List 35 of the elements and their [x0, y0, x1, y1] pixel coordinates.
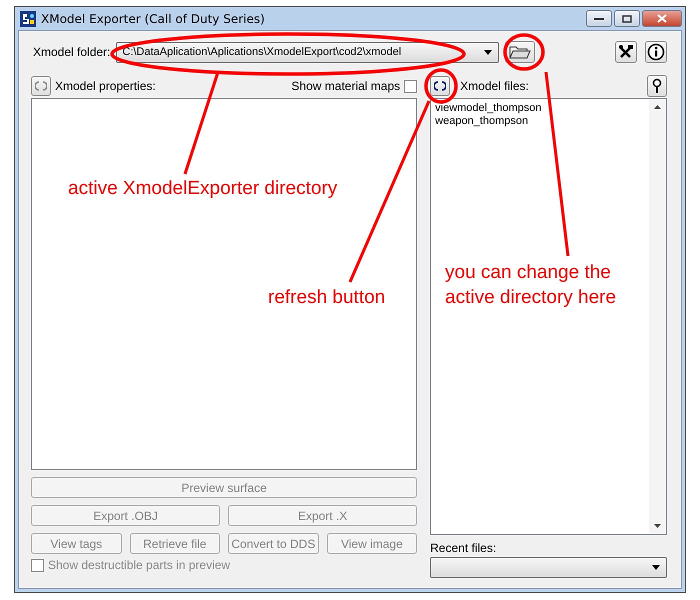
scrollbar[interactable] — [649, 99, 666, 534]
refresh-icon — [35, 80, 47, 92]
refresh-icon — [434, 80, 446, 92]
scroll-down-icon — [654, 524, 661, 528]
pin-button[interactable] — [647, 75, 667, 97]
material-maps-label: Show material maps — [291, 79, 400, 93]
close-button[interactable] — [642, 10, 682, 27]
minimize-button[interactable] — [586, 10, 612, 27]
destructible-label: Show destructible parts in preview — [48, 558, 230, 572]
maximize-button[interactable] — [614, 10, 640, 27]
refresh-button[interactable] — [430, 76, 450, 96]
app-icon — [20, 10, 36, 26]
recent-files-dropdown[interactable] — [430, 557, 667, 578]
files-label: Xmodel files: — [460, 79, 529, 93]
scroll-up-icon — [654, 105, 661, 109]
highlight-ellipse — [503, 33, 545, 71]
caret-icon — [484, 50, 492, 54]
maximize-icon — [622, 14, 632, 22]
tools-button[interactable] — [615, 41, 637, 63]
file-item[interactable]: viewmodel_thompson — [435, 102, 542, 115]
info-button[interactable] — [645, 41, 667, 63]
properties-label: Xmodel properties: — [55, 79, 156, 93]
close-icon — [657, 14, 667, 23]
pin-icon — [652, 78, 662, 94]
annotation-label: you can change the active directory here — [445, 261, 618, 310]
recent-files-label: Recent files: — [430, 541, 498, 555]
file-item[interactable]: weapon_thompson — [435, 115, 528, 128]
minimize-icon — [594, 16, 604, 20]
window-title: XModel Exporter (Call of Duty Series) — [41, 12, 265, 26]
material-maps-checkbox[interactable] — [404, 80, 418, 92]
folder-label: Xmodel folder: — [33, 45, 110, 59]
annotation-label: refresh button — [268, 286, 386, 310]
annotation-label: active XmodelExporter directory — [68, 177, 338, 201]
folder-dropdown[interactable]: C:\DataAplication\Aplications\XmodelExport\cod2\xmodel — [116, 42, 500, 62]
caret-icon — [652, 565, 660, 570]
